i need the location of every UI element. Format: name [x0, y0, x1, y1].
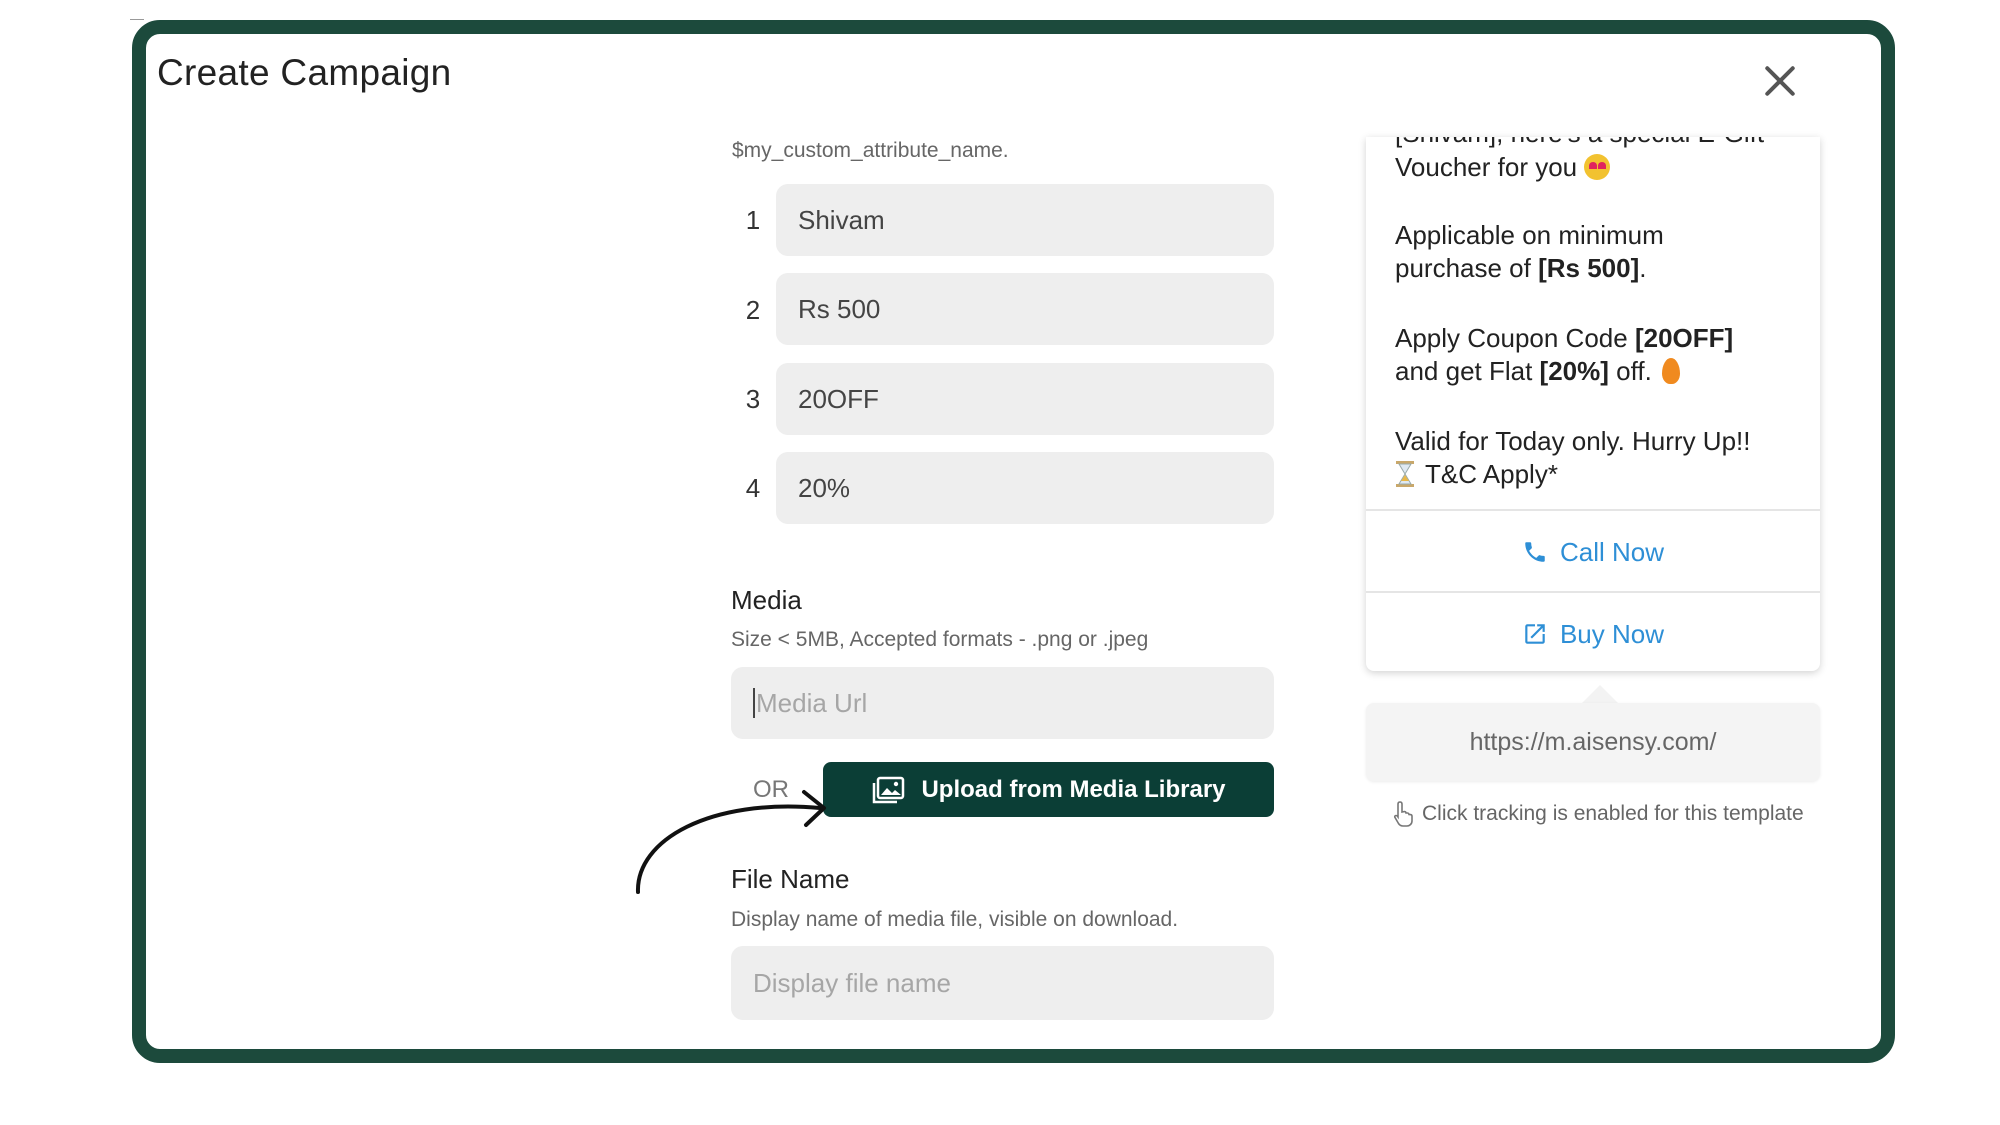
preview-coupon-code: [20OFF] [1634, 323, 1734, 353]
buy-now-label: Buy Now [1559, 618, 1665, 649]
variable-input-4[interactable]: 20% [776, 452, 1274, 524]
variable-index: 1 [745, 205, 761, 235]
preview-flat-suffix: off. [1608, 356, 1652, 386]
media-label: Media [731, 585, 802, 615]
preview-tc-text: T&C Apply* [1425, 459, 1558, 489]
preview-min-line-1: Applicable on minimum [1395, 220, 1664, 250]
preview-min-suffix: . [1639, 253, 1647, 283]
click-tracking-note: Click tracking is enabled for this templ… [1392, 800, 1804, 828]
variable-input-2[interactable]: Rs 500 [776, 273, 1274, 345]
fire-emoji-icon [1661, 358, 1680, 384]
template-preview-card: [Shivam], here's a special E-Gift Vouche… [1366, 137, 1820, 671]
preview-coupon-line-1: Apply Coupon Code [20OFF] [1395, 322, 1805, 355]
variable-index: 4 [745, 473, 761, 503]
heart-eyes-emoji-icon [1584, 154, 1611, 180]
pointer-hand-icon [1393, 801, 1413, 827]
preview-flat-percent: [20%] [1539, 356, 1609, 386]
text-caret [753, 688, 755, 718]
modal-title: Create Campaign [157, 52, 452, 93]
file-name-input[interactable]: Display file name [731, 946, 1274, 1020]
hourglass-emoji-icon [1396, 461, 1414, 487]
file-name-hint: Display name of media file, visible on d… [731, 908, 1179, 931]
preview-voucher-text: Voucher for you [1395, 152, 1578, 182]
url-bubble-pointer [1582, 685, 1618, 703]
preview-validity: Valid for Today only. Hurry Up!! T&C App… [1395, 425, 1805, 491]
call-now-button[interactable]: Call Now [1366, 509, 1820, 593]
close-button[interactable] [1758, 60, 1802, 104]
preview-voucher-line: Voucher for you [1395, 151, 1805, 184]
preview-coupon-line-2: and get Flat [20%] off. [1395, 355, 1805, 388]
variable-input-1[interactable]: Shivam [776, 184, 1274, 256]
upload-from-media-library-button[interactable]: Upload from Media Library [823, 762, 1274, 817]
variable-input-3[interactable]: 20OFF [776, 363, 1274, 435]
call-now-label: Call Now [1559, 536, 1665, 567]
preview-valid-line-1: Valid for Today only. Hurry Up!! [1395, 426, 1751, 456]
preview-cut-line: [Shivam], here's a special E-Gift [1395, 137, 1805, 150]
variable-index: 3 [745, 384, 761, 414]
preview-coupon: Apply Coupon Code [20OFF] and get Flat [… [1395, 322, 1805, 388]
image-gallery-icon [873, 776, 905, 803]
preview-coupon-prefix: Apply Coupon Code [1395, 323, 1635, 353]
preview-min-amount: [Rs 500] [1538, 253, 1640, 283]
variable-index: 2 [745, 295, 761, 325]
media-url-placeholder: Media Url [756, 687, 868, 718]
tracking-note-text: Click tracking is enabled for this templ… [1422, 802, 1804, 825]
preview-min-prefix: purchase of [1395, 253, 1539, 283]
media-hint: Size < 5MB, Accepted formats - .png or .… [731, 628, 1149, 651]
external-link-icon [1525, 624, 1545, 644]
variables-hint: $my_custom_attribute_name. [732, 139, 1009, 162]
phone-icon [1525, 542, 1545, 562]
media-url-input[interactable]: Media Url [731, 667, 1274, 739]
preview-flat-prefix: and get Flat [1395, 356, 1540, 386]
preview-min-line-2: purchase of [Rs 500]. [1395, 252, 1805, 285]
preview-url: https://m.aisensy.com/ [1469, 727, 1717, 756]
file-name-label: File Name [731, 864, 850, 894]
preview-min-purchase: Applicable on minimum purchase of [Rs 50… [1395, 219, 1805, 285]
top-hairline [130, 19, 144, 20]
buy-now-button[interactable]: Buy Now [1366, 591, 1820, 671]
preview-valid-line-2: T&C Apply* [1395, 458, 1805, 491]
upload-button-label: Upload from Media Library [921, 775, 1226, 803]
preview-url-bubble: https://m.aisensy.com/ [1366, 703, 1820, 781]
